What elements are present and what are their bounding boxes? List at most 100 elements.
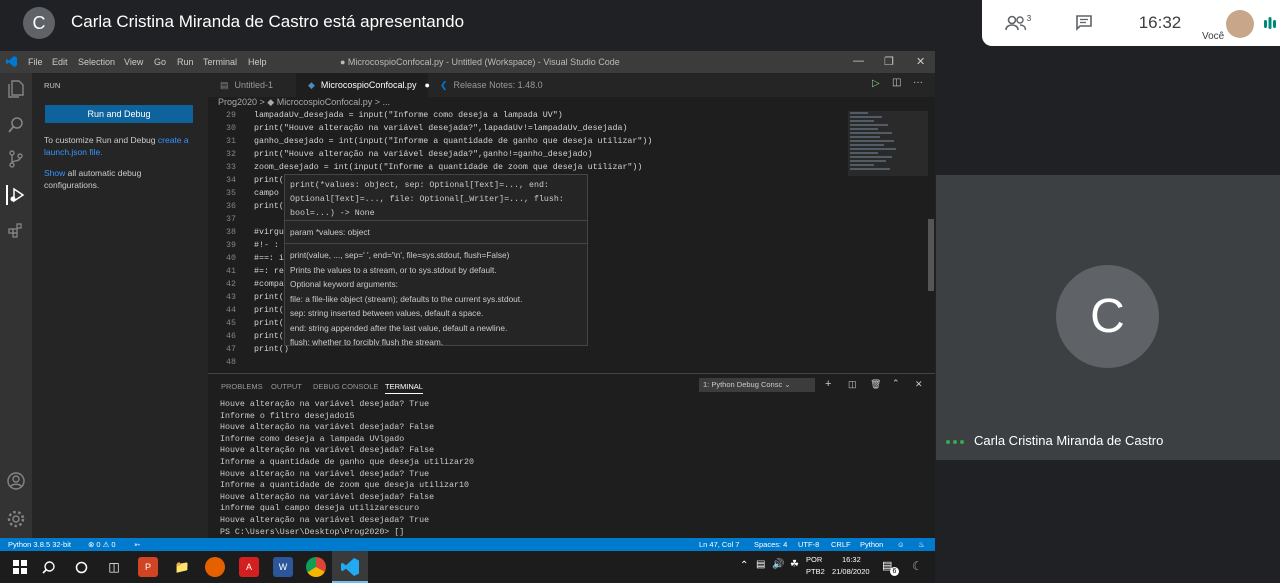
powerpoint-icon[interactable]: P: [138, 557, 158, 577]
new-terminal-icon[interactable]: +: [825, 378, 831, 390]
problems-count[interactable]: ⊗ 0 ⚠ 0: [88, 540, 116, 549]
menu-view[interactable]: View: [124, 57, 143, 67]
code-line[interactable]: #compa: [254, 280, 284, 289]
run-file-icon[interactable]: ▷: [872, 78, 880, 89]
more-actions-icon[interactable]: ···: [913, 77, 923, 88]
account-icon[interactable]: [6, 471, 26, 491]
trash-icon[interactable]: 🗑: [870, 379, 881, 390]
volume-icon[interactable]: 🔊: [772, 559, 784, 570]
line-number: 32: [226, 150, 236, 159]
tab-release-notes[interactable]: ❮ Release Notes: 1.48.0: [428, 73, 548, 97]
notifications-bell-icon[interactable]: ♨: [918, 540, 925, 549]
code-line[interactable]: #=: re: [254, 267, 284, 276]
focus-assist-icon[interactable]: ☾: [912, 559, 923, 573]
network-icon[interactable]: ▤: [756, 559, 765, 570]
terminal-select[interactable]: 1: Python Debug Consc ⌄: [699, 378, 815, 392]
people-icon: [1004, 15, 1026, 31]
search-icon[interactable]: [38, 557, 58, 577]
line-number: 47: [226, 345, 236, 354]
file-explorer-icon[interactable]: 📁: [172, 557, 192, 577]
taskbar-time[interactable]: 16:32: [842, 555, 861, 564]
hover-doc-line: Prints the values to a stream, or to sys…: [290, 264, 497, 275]
search-icon[interactable]: [6, 115, 26, 135]
tab-output[interactable]: OUTPUT: [271, 382, 302, 391]
taskbar-date[interactable]: 21/08/2020: [832, 567, 870, 576]
tab-debug-console[interactable]: DEBUG CONSOLE: [313, 382, 378, 391]
minimize-icon[interactable]: —: [853, 55, 864, 67]
hover-doc-line: Optional keyword arguments:: [290, 279, 398, 289]
maximize-panel-icon[interactable]: ⌃: [892, 378, 900, 389]
code-line[interactable]: print("Houve alteração na variável desej…: [254, 124, 627, 133]
code-line[interactable]: print(: [254, 319, 284, 328]
code-line[interactable]: print(: [254, 332, 284, 341]
code-line[interactable]: ganho_desejado = int(input("Informe a qu…: [254, 137, 652, 146]
task-view-icon[interactable]: ◫: [104, 557, 124, 577]
run-debug-icon[interactable]: [6, 185, 26, 205]
split-editor-icon[interactable]: ◫: [892, 77, 901, 88]
run-and-debug-button[interactable]: Run and Debug: [45, 105, 193, 123]
terminal-line: Informe a quantidade de zoom que deseja …: [220, 481, 469, 491]
code-line[interactable]: #==: i: [254, 254, 284, 263]
tab-problems[interactable]: PROBLEMS: [221, 382, 263, 391]
editor-scrollbar[interactable]: [928, 219, 934, 291]
cortana-icon[interactable]: [71, 557, 91, 577]
code-line[interactable]: print("Houve alteração na variável desej…: [254, 150, 593, 159]
menu-terminal[interactable]: Terminal: [203, 57, 237, 67]
keyboard-layout[interactable]: PTB2: [806, 567, 825, 576]
minimap[interactable]: [848, 111, 928, 351]
restore-icon[interactable]: ❐: [884, 55, 894, 68]
code-line[interactable]: #virgu: [254, 228, 284, 237]
eol[interactable]: CRLF: [831, 540, 851, 549]
tab-microcospio[interactable]: ◆ MicrocospioConfocal.py ●: [296, 73, 430, 97]
encoding[interactable]: UTF-8: [798, 540, 819, 549]
chat-button[interactable]: [1070, 0, 1098, 46]
menu-help[interactable]: Help: [248, 57, 267, 67]
participants-count: 3: [1026, 13, 1032, 23]
extensions-icon[interactable]: [6, 221, 26, 241]
code-line[interactable]: campo: [254, 189, 279, 198]
close-panel-icon[interactable]: ✕: [915, 379, 923, 390]
code-line[interactable]: print(): [254, 345, 289, 354]
menu-go[interactable]: Go: [154, 57, 166, 67]
tab-untitled-1[interactable]: ▤ Untitled-1: [208, 73, 296, 97]
code-line[interactable]: lampadaUv_desejada = input("Informe como…: [254, 111, 563, 120]
security-icon[interactable]: ☘: [790, 559, 799, 570]
source-control-icon[interactable]: [6, 149, 26, 169]
word-icon[interactable]: W: [273, 557, 293, 577]
acrobat-icon[interactable]: A: [239, 557, 259, 577]
python-file-icon: ◆: [308, 79, 315, 90]
feedback-icon[interactable]: ☺: [897, 540, 905, 549]
vscode-taskbar-button[interactable]: [332, 551, 368, 583]
chrome-icon[interactable]: [306, 557, 326, 577]
python-interpreter[interactable]: Python 3.8.5 32-bit: [8, 540, 71, 549]
windows-start-icon[interactable]: [10, 557, 30, 577]
participants-button[interactable]: 3: [1000, 0, 1036, 46]
editor-tabs: ▤ Untitled-1 ◆ MicrocospioConfocal.py ● ❮ Re…: [208, 73, 935, 97]
cursor-position[interactable]: Ln 47, Col 7: [699, 540, 739, 549]
input-language[interactable]: POR: [806, 555, 822, 564]
menu-edit[interactable]: Edit: [52, 57, 68, 67]
code-line[interactable]: print(: [254, 306, 284, 315]
tray-chevron-icon[interactable]: ⌃: [740, 560, 748, 571]
menu-run[interactable]: Run: [177, 57, 194, 67]
indentation[interactable]: Spaces: 4: [754, 540, 787, 549]
terminal-output[interactable]: Houve alteração na variável desejada? Tr…: [220, 399, 474, 538]
manage-gear-icon[interactable]: [6, 509, 26, 529]
presenter-avatar: C: [23, 7, 55, 39]
language-mode[interactable]: Python: [860, 540, 883, 549]
split-terminal-icon[interactable]: ◫: [848, 379, 857, 390]
show-configurations-link[interactable]: Show: [44, 168, 65, 178]
debug-status-icon[interactable]: ➳: [134, 540, 140, 549]
breadcrumb[interactable]: Prog2020 > ◆ MicrocospioConfocal.py > ..…: [208, 97, 935, 111]
explorer-icon[interactable]: [6, 79, 26, 99]
close-icon[interactable]: ✕: [916, 55, 925, 68]
menu-file[interactable]: File: [28, 57, 43, 67]
tab-terminal[interactable]: TERMINAL: [385, 382, 423, 394]
code-line[interactable]: zoom_desejado = int(input("Informe a qua…: [254, 163, 642, 172]
firefox-icon[interactable]: [205, 557, 225, 577]
menu-selection[interactable]: Selection: [78, 57, 115, 67]
hover-doc: print(value, ..., sep=' ', end='\n', fil…: [285, 244, 587, 345]
vscode-logo-icon: [6, 56, 17, 67]
line-number: 37: [226, 215, 236, 224]
code-line[interactable]: #!- :: [254, 241, 279, 250]
